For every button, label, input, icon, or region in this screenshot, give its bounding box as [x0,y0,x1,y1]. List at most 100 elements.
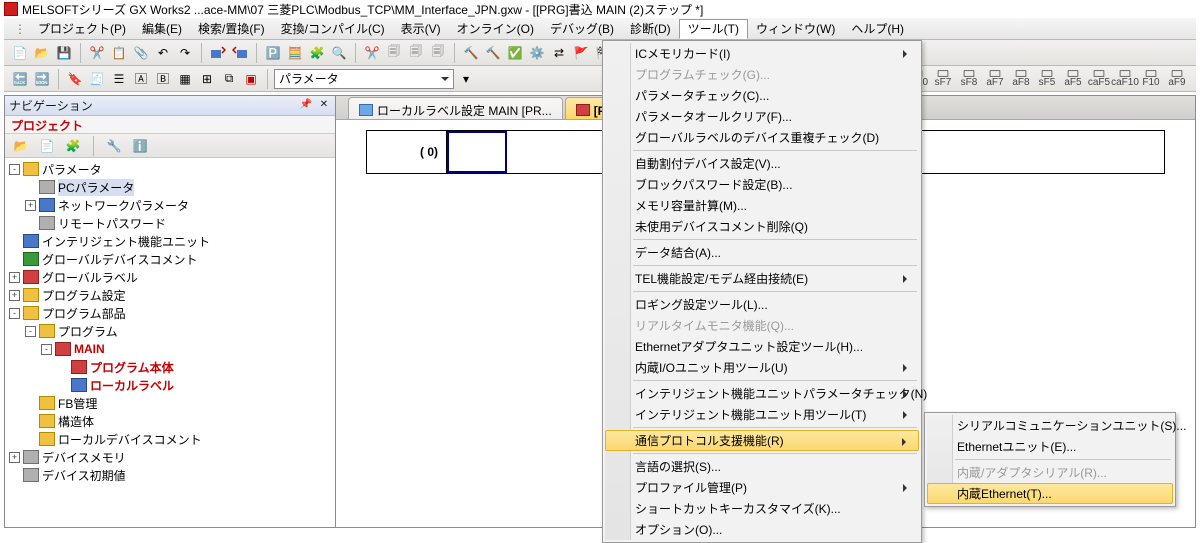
tree-item[interactable]: -パラメータ [5,160,335,178]
nav-pin-icon[interactable]: 📌 [299,99,313,113]
tb-module[interactable]: 🧩 [307,43,327,63]
tree-item[interactable]: +デバイスメモリ [5,448,335,466]
menu-item[interactable]: オプション(O)... [605,519,919,540]
tb-copy2[interactable]: 🗐 [384,43,404,63]
tree-item[interactable]: 構造体 [5,412,335,430]
menu-item[interactable]: データ結合(A)... [605,242,919,263]
cut-button[interactable]: ✂️ [87,43,107,63]
tb-flag1[interactable]: 🚩 [571,43,591,63]
tree-twisty[interactable]: - [25,326,36,337]
paste-button[interactable]: 📎 [131,43,151,63]
tree-item[interactable]: -MAIN [5,340,335,358]
tb-compile[interactable]: ⚙️ [527,43,547,63]
menu-item[interactable]: シリアルコミュニケーションユニット(S)... [927,415,1173,436]
menu-3[interactable]: 変換/コンパイル(C) [273,20,393,38]
project-tree[interactable]: -パラメータPCパラメータ+ネットワークパラメータリモートパスワードインテリジェ… [5,158,335,527]
nav-a[interactable]: 🄰 [131,69,151,89]
nav-table[interactable]: ▦ [175,69,195,89]
tree-item[interactable]: リモートパスワード [5,214,335,232]
menu-0[interactable]: プロジェクト(P) [30,20,134,38]
tree-item[interactable]: インテリジェント機能ユニット [5,232,335,250]
nav-pivot[interactable]: ⊞ [197,69,217,89]
tree-item[interactable]: +ネットワークパラメータ [5,196,335,214]
menu-1[interactable]: 編集(E) [134,20,190,38]
key-caF5[interactable]: caF5 [1086,69,1112,89]
tree-item[interactable]: +グローバルラベル [5,268,335,286]
nav-close-button[interactable]: ✕ [317,99,331,113]
navtb-5[interactable]: ℹ️ [130,136,150,156]
menu-protocol-support[interactable]: シリアルコミュニケーションユニット(S)...Ethernetユニット(E)..… [924,412,1176,507]
nav-back-button[interactable]: 🔙 [10,69,30,89]
menu-item[interactable]: 内蔵Ethernet(T)... [927,483,1173,504]
nav-fwd-button[interactable]: 🔜 [32,69,52,89]
menu-item[interactable]: TEL機能設定/モデム経由接続(E) [605,268,919,289]
tb-check[interactable]: ✅ [505,43,525,63]
tb-dev-write[interactable] [230,43,250,63]
menu-item[interactable]: ブロックパスワード設定(B)... [605,174,919,195]
save-button[interactable]: 💾 [54,43,74,63]
nav-split[interactable]: ▣ [241,69,261,89]
param-combo[interactable]: パラメータ [274,69,454,89]
menu-item[interactable]: Ethernetユニット(E)... [927,436,1173,457]
key-caF10[interactable]: caF10 [1112,69,1138,89]
tree-item[interactable]: ローカルラベル [5,376,335,394]
copy-button[interactable]: 📋 [109,43,129,63]
menu-item[interactable]: ショートカットキーカスタマイズ(K)... [605,498,919,519]
menu-2[interactable]: 検索/置換(F) [190,20,273,38]
key-aF8[interactable]: aF8 [1008,69,1034,89]
menu-9[interactable]: ウィンドウ(W) [748,20,843,38]
tb-params[interactable]: 🅿️ [263,43,283,63]
menu-item[interactable]: インテリジェント機能ユニット用ツール(T) [605,404,919,425]
tree-item[interactable]: -プログラム部品 [5,304,335,322]
tb-build[interactable]: 🔨 [461,43,481,63]
menu-item[interactable]: 言語の選択(S)... [605,456,919,477]
navtb-4[interactable]: 🔧 [104,136,124,156]
combo-drop-icon[interactable]: ▾ [456,69,476,89]
tb-paste2[interactable]: 🗐 [406,43,426,63]
menu-item[interactable]: 通信プロトコル支援機能(R) [605,430,919,451]
menu-7[interactable]: 診断(D) [622,20,679,38]
menu-8[interactable]: ツール(T) [679,19,748,39]
key-F10[interactable]: F10 [1138,69,1164,89]
tree-twisty[interactable]: + [25,200,36,211]
key-sF8[interactable]: sF8 [956,69,982,89]
new-button[interactable]: 📄 [10,43,30,63]
menu-5[interactable]: オンライン(O) [449,20,542,38]
navtb-1[interactable]: 📂 [11,136,31,156]
tb-monitor[interactable]: 🧮 [285,43,305,63]
menu-item[interactable]: メモリ容量計算(M)... [605,195,919,216]
key-aF7[interactable]: aF7 [982,69,1008,89]
tree-item[interactable]: ローカルデバイスコメント [5,430,335,448]
tree-item[interactable]: +プログラム設定 [5,286,335,304]
menu-item[interactable]: グローバルラベルのデバイス重複チェック(D) [605,127,919,148]
key-aF5[interactable]: aF5 [1060,69,1086,89]
menu-tool[interactable]: ICメモリカード(I)プログラムチェック(G)...パラメータチェック(C)..… [602,40,922,543]
tb-find[interactable]: 🔍 [329,43,349,63]
menu-item[interactable]: ロギング設定ツール(L)... [605,294,919,315]
tb-cut2[interactable]: ✂️ [362,43,382,63]
tb-buildall[interactable]: 🔨 [483,43,503,63]
tb-transfer[interactable]: ⇄ [549,43,569,63]
tree-item[interactable]: PCパラメータ [5,178,335,196]
menu-item[interactable]: プロファイル管理(P) [605,477,919,498]
open-button[interactable]: 📂 [32,43,52,63]
tree-twisty[interactable]: - [9,308,20,319]
tree-twisty[interactable]: - [41,344,52,355]
menu-item[interactable]: 未使用デバイスコメント削除(Q) [605,216,919,237]
key-sF7[interactable]: sF7 [930,69,956,89]
menu-4[interactable]: 表示(V) [393,20,449,38]
tb-dev-read[interactable] [208,43,228,63]
tree-item[interactable]: -プログラム [5,322,335,340]
undo-button[interactable]: ↶ [153,43,173,63]
menu-item[interactable]: ICメモリカード(I) [605,43,919,64]
rung-cell-selected[interactable] [447,131,507,173]
navtb-3[interactable]: 🧩 [63,136,83,156]
tree-twisty[interactable]: + [9,272,20,283]
tree-item[interactable]: FB管理 [5,394,335,412]
tree-twisty[interactable]: - [9,164,20,175]
menu-item[interactable]: 自動割付デバイス設定(V)... [605,153,919,174]
tree-twisty[interactable]: + [9,290,20,301]
redo-button[interactable]: ↷ [175,43,195,63]
key-sF5[interactable]: sF5 [1034,69,1060,89]
tree-item[interactable]: デバイス初期値 [5,466,335,484]
